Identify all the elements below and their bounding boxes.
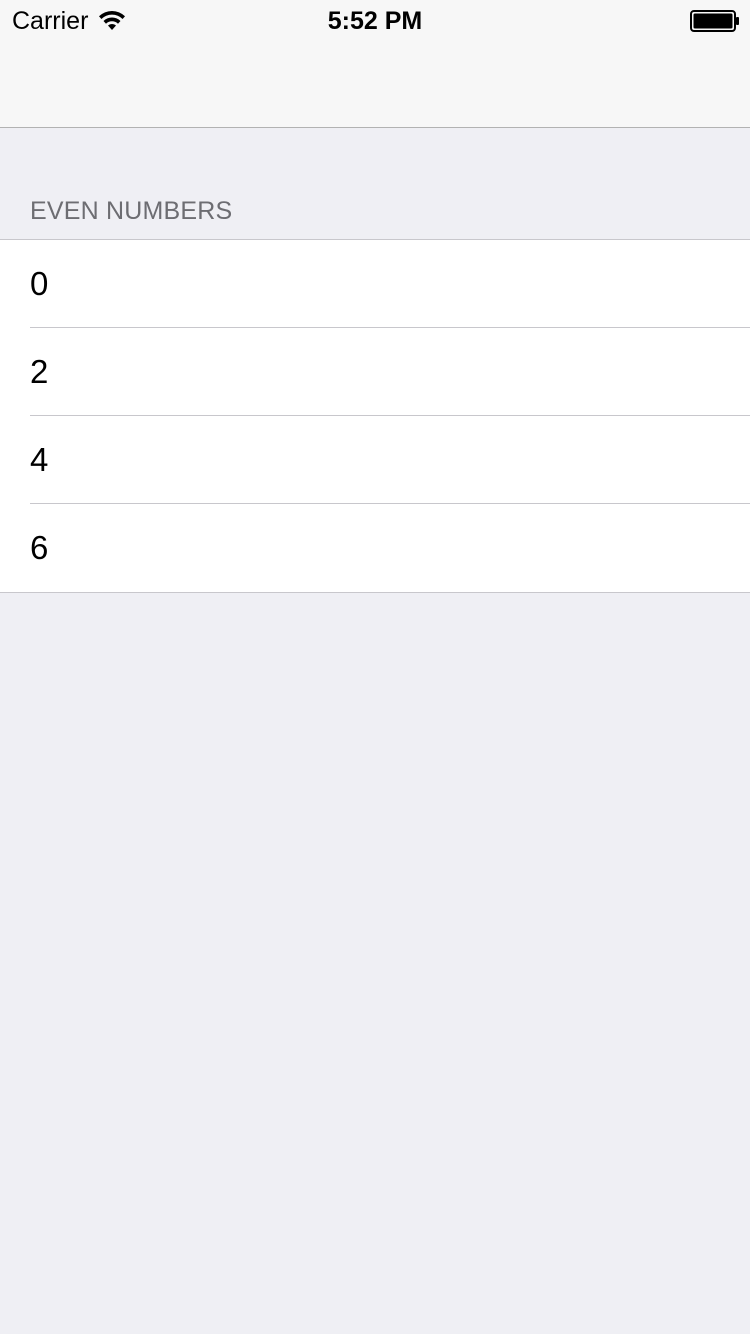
row-label: 0 bbox=[30, 265, 49, 302]
navigation-bar: Carrier 5:52 PM bbox=[0, 0, 750, 128]
row-label: 4 bbox=[30, 441, 49, 478]
row-label: 6 bbox=[30, 529, 49, 566]
status-bar: Carrier 5:52 PM bbox=[0, 0, 750, 40]
table-section: 0 2 4 6 bbox=[0, 239, 750, 593]
status-time: 5:52 PM bbox=[327, 7, 423, 35]
battery-icon bbox=[690, 10, 739, 32]
table-row[interactable]: 6 bbox=[0, 504, 750, 592]
section-header-even-numbers: EVEN NUMBERS bbox=[30, 197, 233, 225]
table-row[interactable]: 0 bbox=[0, 240, 750, 328]
table-row[interactable]: 4 bbox=[0, 416, 750, 504]
row-label: 2 bbox=[30, 353, 49, 390]
table-row[interactable]: 2 bbox=[0, 328, 750, 416]
